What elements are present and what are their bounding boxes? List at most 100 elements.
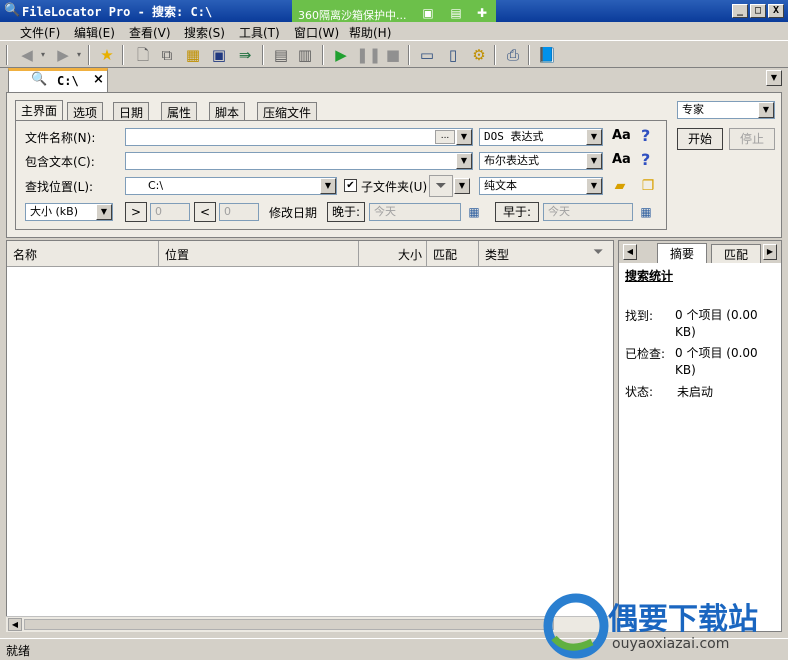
column-size[interactable]: 大小	[359, 241, 427, 266]
tabs-dropdown-button[interactable]: ▼	[766, 70, 782, 86]
folder-icon[interactable]: ▤	[448, 6, 464, 22]
watermark-brand: 偶要下载站	[608, 602, 758, 637]
summary-tabs: ◀ 摘要 匹配 ▶	[619, 241, 781, 263]
stop-icon[interactable]: ■	[382, 44, 404, 66]
scroll-thumb[interactable]	[24, 619, 554, 630]
favorites-star-icon[interactable]: ★	[96, 44, 118, 66]
size-mode-dropdown[interactable]: ▼	[96, 204, 112, 220]
forward-arrow-icon[interactable]: ▶	[52, 44, 74, 66]
folders-list-icon[interactable]: ❐	[639, 177, 657, 195]
export-icon[interactable]: ⇛	[234, 44, 256, 66]
file-name-dropdown[interactable]: ▼	[456, 129, 472, 145]
mode-dropdown[interactable]: ▼	[758, 102, 774, 118]
tab-archives[interactable]: 压缩文件	[257, 102, 318, 121]
new-document-icon[interactable]: 🗋	[132, 44, 154, 66]
close-tab-icon[interactable]: ×	[93, 72, 104, 87]
tab-scroll-right-icon[interactable]: ▶	[763, 244, 777, 260]
tab-date[interactable]: 日期	[113, 102, 150, 121]
file-name-input[interactable]	[125, 128, 473, 146]
menu-window[interactable]: 窗口(W)	[294, 24, 339, 41]
contain-text-label: 包含文本(C):	[25, 155, 95, 169]
file-name-mode-dropdown[interactable]: ▼	[586, 129, 602, 145]
close-button[interactable]: X	[768, 4, 784, 18]
before-date-input[interactable]: 今天	[543, 203, 633, 221]
layout-horizontal-icon[interactable]: ▭	[416, 44, 438, 66]
copy-document-icon[interactable]: ⧉	[156, 44, 178, 66]
summary-heading: 搜索统计	[625, 269, 674, 283]
checked-label: 已检查:	[625, 347, 666, 361]
watermark-logo-icon	[543, 593, 609, 659]
back-arrow-icon[interactable]: ◀	[16, 44, 38, 66]
layout-vertical-icon[interactable]: ▯	[442, 44, 464, 66]
sandbox-shield-icon[interactable]: ▣	[420, 6, 436, 22]
toolbar-separator	[528, 45, 530, 65]
stop-button[interactable]: 停止	[729, 128, 775, 150]
start-play-icon[interactable]: ▶	[330, 44, 352, 66]
report-icon[interactable]: ▤	[270, 44, 292, 66]
menu-view[interactable]: 查看(V)	[129, 24, 171, 41]
menu-search[interactable]: 搜索(S)	[184, 24, 225, 41]
tab-scroll-left-icon[interactable]: ◀	[623, 244, 637, 260]
column-matches[interactable]: 匹配	[427, 241, 479, 266]
horizontal-scrollbar[interactable]: ◀	[6, 616, 614, 632]
tab-attributes[interactable]: 属性	[161, 102, 198, 121]
file-name-browse-button[interactable]: ...	[435, 130, 455, 144]
contain-text-mode-select[interactable]: 布尔表达式	[479, 152, 603, 170]
printer-icon[interactable]: ⎙	[502, 44, 524, 66]
subfolders-checkbox[interactable]: ✔	[344, 179, 357, 192]
scroll-left-arrow-icon[interactable]: ◀	[8, 618, 22, 631]
before-button[interactable]: 早于:	[495, 202, 539, 222]
tab-summary[interactable]: 摘要	[657, 243, 707, 263]
maximize-button[interactable]: □	[750, 4, 766, 18]
look-in-input[interactable]: C:\	[125, 177, 337, 195]
forward-dropdown-icon[interactable]: ▾	[74, 44, 84, 66]
back-dropdown-icon[interactable]: ▾	[38, 44, 48, 66]
contain-text-input[interactable]	[125, 152, 473, 170]
menu-tools[interactable]: 工具(T)	[239, 24, 280, 41]
column-location[interactable]: 位置	[159, 241, 359, 266]
browse-folder-icon[interactable]: ▰	[611, 177, 629, 195]
filter-dropdown[interactable]: ▼	[454, 178, 470, 194]
contain-text-dropdown[interactable]: ▼	[456, 153, 472, 169]
toolbar: ◀ ▾ ▶ ▾ ★ 🗋 ⧉ ▦ ▣ ⇛ ▤ ▥ ▶ ❚❚ ■ ▭ ▯ ⚙ ⎙ 📘	[0, 40, 788, 68]
settings-icon[interactable]: ⚙	[468, 44, 490, 66]
filter-funnel-icon[interactable]: ⏷	[429, 175, 453, 197]
menu-edit[interactable]: 编辑(E)	[74, 24, 115, 41]
contain-text-mode-dropdown[interactable]: ▼	[586, 153, 602, 169]
column-name[interactable]: 名称	[7, 241, 159, 266]
tab-matches[interactable]: 匹配	[711, 244, 761, 263]
tab-options[interactable]: 选项	[67, 102, 104, 121]
tab-main[interactable]: 主界面	[15, 100, 64, 121]
save-disk-icon[interactable]: ▣	[208, 44, 230, 66]
pause-icon[interactable]: ❚❚	[356, 44, 381, 66]
file-name-mode-select[interactable]: DOS 表达式	[479, 128, 603, 146]
before-calendar-icon[interactable]: ▦	[637, 203, 655, 221]
start-button[interactable]: 开始	[677, 128, 723, 150]
open-folder-icon[interactable]: ▦	[182, 44, 204, 66]
case-sensitive-icon[interactable]: Aa	[612, 128, 631, 143]
results-list[interactable]: 名称 位置 大小 匹配 类型 ⏷	[6, 240, 614, 632]
search-tab[interactable]: 🔍 C:\ ×	[8, 68, 108, 92]
after-calendar-icon[interactable]: ▦	[465, 203, 483, 221]
column-filter-icon[interactable]: ⏷	[593, 245, 603, 260]
content-type-dropdown[interactable]: ▼	[586, 178, 602, 194]
menu-help[interactable]: 帮助(H)	[349, 24, 391, 41]
after-date-input[interactable]: 今天	[369, 203, 461, 221]
case-sensitive-icon[interactable]: Aa	[612, 152, 631, 167]
content-type-select[interactable]: 纯文本	[479, 177, 603, 195]
size-less-button[interactable]: <	[194, 202, 216, 222]
menu-file[interactable]: 文件(F)	[20, 24, 60, 41]
subfolders-label[interactable]: 子文件夹(U)	[361, 178, 427, 195]
help-book-icon[interactable]: 📘	[536, 44, 558, 66]
after-button[interactable]: 晚于:	[327, 202, 365, 222]
help-icon[interactable]: ?	[641, 126, 650, 145]
tab-script[interactable]: 脚本	[209, 102, 246, 121]
look-in-dropdown[interactable]: ▼	[320, 178, 336, 194]
print-preview-icon[interactable]: ▥	[294, 44, 316, 66]
pin-icon[interactable]: ✚	[474, 6, 490, 22]
size-greater-button[interactable]: >	[125, 202, 147, 222]
size-greater-input[interactable]: 0	[150, 203, 190, 221]
minimize-button[interactable]: _	[732, 4, 748, 18]
size-less-input[interactable]: 0	[219, 203, 259, 221]
help-icon[interactable]: ?	[641, 150, 650, 169]
